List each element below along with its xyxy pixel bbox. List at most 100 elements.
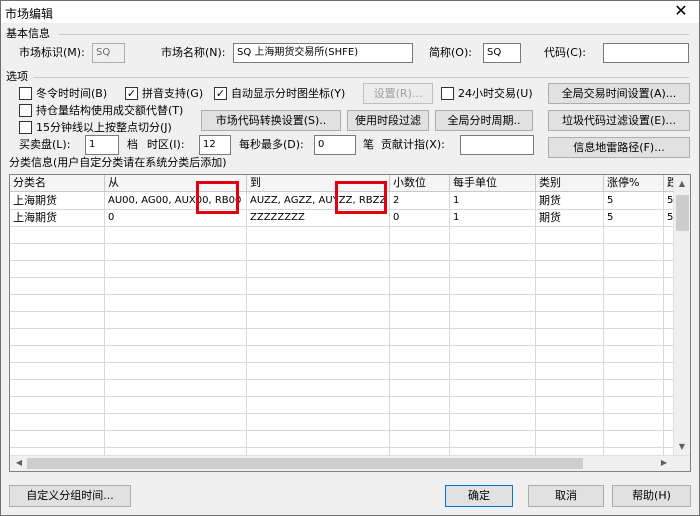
bid-ask-unit: 档: [127, 138, 138, 151]
bid-ask-field[interactable]: 1: [85, 135, 119, 155]
grid-line: [10, 379, 674, 380]
divider: [33, 77, 689, 78]
grid-line: [246, 192, 247, 457]
help-button[interactable]: 帮助(H): [612, 485, 691, 507]
grid-line: [603, 192, 604, 457]
table-cell[interactable]: 0: [390, 210, 449, 226]
table-cell[interactable]: 上海期货: [10, 193, 104, 209]
table-cell[interactable]: 5: [604, 210, 663, 226]
max-per-sec-label: 每秒最多(D):: [239, 138, 304, 151]
scroll-right-icon[interactable]: ▶: [658, 457, 670, 469]
check-icon[interactable]: ✓: [125, 86, 138, 100]
checkbox-box[interactable]: [441, 86, 454, 100]
info-mine-path-button[interactable]: 信息地雷路径(F)...: [548, 137, 690, 158]
winter-time-label: 冬令时时间(B): [36, 87, 108, 100]
cut-15min-label: 15分钟线以上按整点切分(J): [36, 121, 172, 134]
scrollbar-thumb[interactable]: [676, 195, 689, 231]
short-name-field[interactable]: SQ: [483, 43, 521, 63]
market-id-field[interactable]: SQ: [92, 43, 125, 63]
table-cell[interactable]: 2: [390, 193, 449, 209]
cut-15min-checkbox[interactable]: 15分钟线以上按整点切分(J): [19, 119, 172, 135]
position-struct-checkbox[interactable]: 持仓量结构使用成交额代替(T): [19, 102, 183, 118]
max-per-sec-unit: 笔: [363, 138, 374, 151]
grid-line: [10, 311, 674, 312]
cancel-button[interactable]: 取消: [528, 485, 604, 507]
position-struct-label: 持仓量结构使用成交额代替(T): [36, 104, 184, 117]
grid-line: [10, 447, 674, 448]
column-header[interactable]: 类别: [536, 175, 604, 192]
bid-ask-label: 买卖盘(L):: [19, 138, 71, 151]
global-trade-time-button[interactable]: 全局交易时间设置(A)...: [548, 83, 690, 104]
scroll-up-icon[interactable]: ▲: [676, 178, 688, 190]
pinyin-label: 拼音支持(G): [142, 87, 204, 100]
grid-line: [10, 396, 674, 397]
column-header[interactable]: 涨停%: [604, 175, 664, 192]
ok-button[interactable]: 确定: [445, 485, 513, 507]
category-table[interactable]: 分类名 从 到 小数位 每手单位 类别 涨停% 跌 上海期货 AU00, AG0…: [9, 174, 691, 472]
grid-line: [10, 294, 674, 295]
close-icon[interactable]: ✕: [667, 2, 695, 20]
table-cell[interactable]: 期货: [536, 210, 603, 226]
market-id-label: 市场标识(M):: [19, 46, 85, 59]
column-header[interactable]: 分类名: [10, 175, 105, 192]
checkbox-box[interactable]: [19, 120, 32, 134]
custom-group-time-button[interactable]: 自定义分组时间...: [9, 485, 131, 507]
scroll-left-icon[interactable]: ◀: [13, 457, 25, 469]
highlight-box: [335, 181, 387, 214]
horizontal-scrollbar[interactable]: ◀ ▶: [10, 455, 690, 471]
market-name-label: 市场名称(N):: [161, 46, 226, 59]
title-bar: 市场编辑 ✕: [1, 1, 699, 23]
table-cell[interactable]: 1: [450, 193, 535, 209]
timezone-field[interactable]: 12: [199, 135, 231, 155]
market-edit-dialog: 市场编辑 ✕ 基本信息 市场标识(M): SQ 市场名称(N): SQ 上海期货…: [0, 0, 700, 516]
table-cell[interactable]: 5: [604, 193, 663, 209]
check-icon[interactable]: ✓: [214, 86, 227, 100]
junk-code-filter-button[interactable]: 垃圾代码过滤设置(E)...: [548, 110, 690, 131]
grid-line: [104, 192, 105, 457]
column-header[interactable]: 每手单位: [450, 175, 536, 192]
global-period-button[interactable]: 全局分时周期..: [435, 110, 533, 131]
pinyin-checkbox[interactable]: ✓ 拼音支持(G): [125, 85, 203, 101]
highlight-box: [196, 181, 239, 214]
table-cell[interactable]: 上海期货: [10, 210, 104, 226]
grid-line: [449, 192, 450, 457]
h24-checkbox[interactable]: 24小时交易(U): [441, 85, 533, 101]
period-filter-button[interactable]: 使用时段过滤: [347, 110, 429, 131]
category-section-title: 分类信息(用户自定分类请在系统分类后添加): [9, 156, 227, 169]
scrollbar-thumb[interactable]: [27, 458, 583, 469]
checkbox-box[interactable]: [19, 103, 32, 117]
grid-line: [10, 328, 674, 329]
h24-label: 24小时交易(U): [458, 87, 533, 100]
grid-line: [10, 345, 674, 346]
table-cell[interactable]: 期货: [536, 193, 603, 209]
column-header[interactable]: 小数位: [390, 175, 450, 192]
basic-info-section-title: 基本信息: [6, 27, 50, 40]
contrib-field[interactable]: [460, 135, 534, 155]
settings-button[interactable]: 设置(R)...: [363, 83, 433, 104]
code-field[interactable]: [603, 43, 689, 63]
grid-line: [10, 260, 674, 261]
code-convert-button[interactable]: 市场代码转换设置(S)..: [201, 110, 341, 131]
grid-line: [10, 413, 674, 414]
grid-line: [389, 192, 390, 457]
auto-axis-checkbox[interactable]: ✓ 自动显示分时图坐标(Y): [214, 85, 345, 101]
dialog-title: 市场编辑: [5, 7, 54, 21]
vertical-scrollbar[interactable]: ▲ ▼: [673, 175, 690, 456]
table-cell[interactable]: 1: [450, 210, 535, 226]
divider: [59, 34, 689, 35]
code-label: 代码(C):: [544, 46, 586, 59]
grid-line: [663, 192, 664, 457]
grid-line: [10, 362, 674, 363]
checkbox-box[interactable]: [19, 86, 32, 100]
grid-line: [535, 192, 536, 457]
grid-line: [10, 226, 674, 227]
grid-line: [10, 277, 674, 278]
scroll-down-icon[interactable]: ▼: [676, 441, 688, 453]
max-per-sec-field[interactable]: 0: [314, 135, 356, 155]
grid-line: [10, 430, 674, 431]
market-name-field[interactable]: SQ 上海期货交易所(SHFE): [233, 43, 413, 63]
short-name-label: 简称(O):: [429, 46, 472, 59]
winter-time-checkbox[interactable]: 冬令时时间(B): [19, 85, 107, 101]
auto-axis-label: 自动显示分时图坐标(Y): [231, 87, 346, 100]
options-section-title: 选项: [6, 70, 28, 83]
